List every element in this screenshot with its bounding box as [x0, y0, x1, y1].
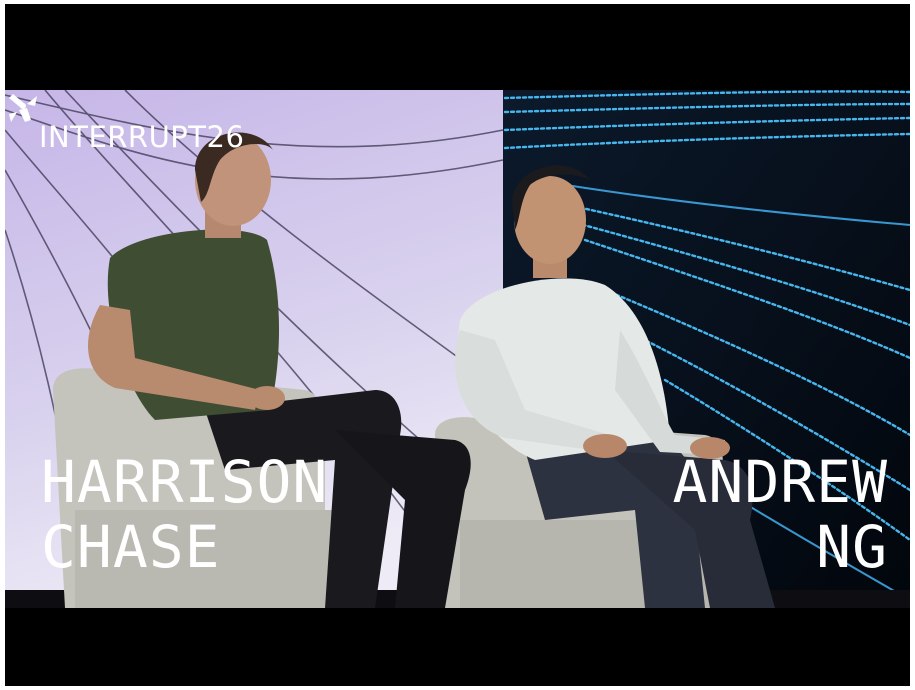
event-title: INTERRUPT26 [39, 120, 245, 154]
langchain-parrot-link-icon [9, 94, 37, 122]
speaker-right-last-name: NG [816, 513, 888, 581]
speaker-right-first-name: ANDREW [672, 448, 888, 516]
speaker-left-first-name: HARRISON [41, 448, 329, 516]
video-still[interactable]: INTERRUPT26 HARRISON CHASE ANDREW NG [5, 90, 910, 608]
speaker-left-last-name: CHASE [41, 513, 221, 581]
video-frame: INTERRUPT26 HARRISON CHASE ANDREW NG [5, 4, 910, 686]
